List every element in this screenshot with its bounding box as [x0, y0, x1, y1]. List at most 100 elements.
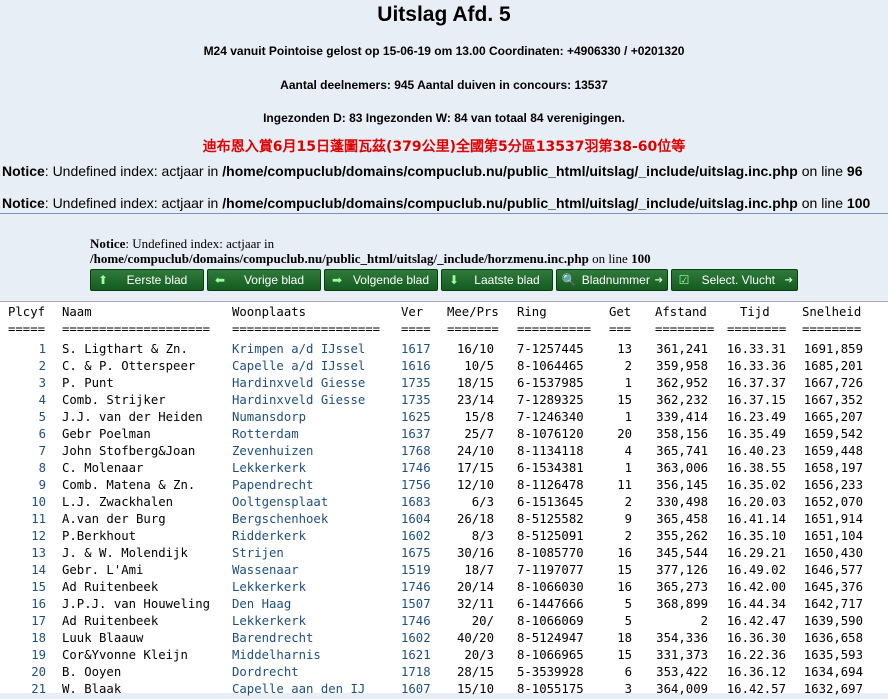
cell-woonplaats: Zevenhuizen: [232, 444, 314, 458]
right-arrow-icon: ➡: [331, 273, 343, 287]
table-row: 12 P.Berkhout Ridderkerk 1602 8/3 8-5125091 2 3…: [0, 529, 888, 546]
cell-snelheid: 1650,430: [803, 546, 863, 560]
cell-ver: 1746: [401, 614, 431, 628]
cell-woonplaats: Barendrecht: [232, 631, 314, 645]
cell-mee-prs: 26/18: [456, 512, 494, 526]
cell-ver: 1519: [401, 563, 431, 577]
cell-naam: Cor&Yvonne Kleijn: [62, 648, 188, 662]
submissions-info: Ingezonden D: 83 Ingezonden W: 84 van to…: [263, 111, 625, 125]
cell-ver: 1756: [401, 478, 431, 492]
table-row: 7 John Stofberg&Joan Zevenhuizen 1768 24/10 8…: [0, 444, 888, 461]
cell-mee-prs: 10/5: [464, 359, 494, 373]
cell-get: 16: [617, 546, 632, 560]
cell-ring: 8-1066069: [517, 614, 584, 628]
cell-woonplaats: Den Haag: [232, 597, 292, 611]
next-page-button[interactable]: ➡ Volgende blad: [324, 269, 438, 291]
cell-afstand: 362,952: [656, 376, 708, 390]
cell-woonplaats: Lekkerkerk: [232, 580, 307, 594]
table-header: Plcyf Naam Woonplaats Ver Mee/Prs Ring G…: [0, 305, 888, 322]
cell-tijd: 16.42.47: [726, 614, 786, 628]
col-plcyf: Plcyf: [8, 305, 46, 319]
cell-afstand: 365,741: [656, 444, 708, 458]
cell-tijd: 16.44.34: [726, 597, 786, 611]
cell-woonplaats: Numansdorp: [232, 410, 307, 424]
col-mee-prs: Mee/Prs: [447, 305, 499, 319]
col-naam: Naam: [62, 305, 92, 319]
cell-tijd: 16.33.36: [726, 359, 786, 373]
php-notice-2: Notice: Undefined index: actjaar in /hom…: [2, 195, 871, 211]
cell-snelheid: 1642,717: [803, 597, 863, 611]
cell-plcyf: 4: [38, 393, 46, 407]
cell-ring: 7-1197077: [517, 563, 584, 577]
cell-get: 20: [617, 427, 632, 441]
cell-mee-prs: 25/7: [464, 427, 494, 441]
cell-get: 1: [624, 410, 632, 424]
down-arrow-icon: ⬇: [448, 273, 460, 287]
cell-ring: 8-5125091: [517, 529, 584, 543]
cell-snelheid: 1691,859: [803, 342, 863, 356]
cell-tijd: 16.36.12: [726, 665, 786, 679]
cell-snelheid: 1635,593: [803, 648, 863, 662]
col-ver: Ver: [401, 305, 424, 319]
results-table: Plcyf Naam Woonplaats Ver Mee/Prs Ring G…: [0, 301, 888, 696]
cell-snelheid: 1651,104: [803, 529, 863, 543]
cell-naam: W. Blaak: [62, 682, 122, 696]
cell-mee-prs: 30/16: [456, 546, 494, 560]
cell-afstand: 353,422: [656, 665, 708, 679]
cell-naam: S. Ligthart & Zn.: [62, 342, 188, 356]
cell-plcyf: 18: [31, 631, 46, 645]
cell-woonplaats: Capelle aan den IJ: [232, 682, 366, 696]
cell-ring: 8-1126478: [517, 478, 584, 492]
cell-plcyf: 21: [31, 682, 46, 696]
cell-snelheid: 1639,590: [803, 614, 863, 628]
previous-page-button[interactable]: ⬅ Vorige blad: [207, 269, 321, 291]
cell-ring: 8-1064465: [517, 359, 584, 373]
up-arrow-icon: ⬆: [97, 273, 109, 287]
table-row: 10 L.J. Zwackhalen Ooltgensplaat 1683 6/3 6-1…: [0, 495, 888, 512]
table-row: 21 W. Blaak Capelle aan den IJ 1607 15/10 8-1…: [0, 682, 888, 699]
cell-plcyf: 10: [31, 495, 46, 509]
cell-ring: 7-1289325: [517, 393, 584, 407]
last-page-button[interactable]: ⬇ Laatste blad: [441, 269, 553, 291]
col-afstand: Afstand: [655, 305, 707, 319]
cell-tijd: 16.33.31: [726, 342, 786, 356]
cell-get: 9: [624, 512, 632, 526]
table-row: 18 Luuk Blaauw Barendrecht 1602 40/20 8-51249…: [0, 631, 888, 648]
page-title: Uitslag Afd. 5: [377, 3, 511, 26]
cell-naam: Ad Ruitenbeek: [62, 580, 159, 594]
cell-woonplaats: Hardinxveld Giesse: [232, 393, 366, 407]
cell-woonplaats: Rotterdam: [232, 427, 299, 441]
page-number-button[interactable]: 🔍 Bladnummer ➔: [556, 269, 668, 291]
cell-naam: B. Ooyen: [62, 665, 122, 679]
cell-plcyf: 8: [38, 461, 46, 475]
cell-ring: 6-1447666: [517, 597, 584, 611]
cell-get: 3: [624, 682, 632, 696]
cell-snelheid: 1658,197: [803, 461, 863, 475]
table-row: 11 A.van der Burg Bergschenhoek 1604 26/18 8-…: [0, 512, 888, 529]
first-page-button[interactable]: ⬆ Eerste blad: [90, 269, 204, 291]
table-row: 4 Comb. Strijker Hardinxveld Giesse 1735 23/…: [0, 393, 888, 410]
cell-naam: P. Punt: [62, 376, 114, 390]
cell-ver: 1625: [401, 410, 431, 424]
cell-snelheid: 1665,207: [803, 410, 863, 424]
cell-afstand: 368,899: [656, 597, 708, 611]
cell-ring: 8-1055175: [517, 682, 584, 696]
cell-snelheid: 1656,233: [803, 478, 863, 492]
cell-ver: 1735: [401, 376, 431, 390]
select-flight-button[interactable]: ☑ Select. Vlucht ➔: [671, 269, 798, 291]
cell-mee-prs: 40/20: [456, 631, 494, 645]
cell-plcyf: 15: [31, 580, 46, 594]
cell-get: 16: [617, 580, 632, 594]
cell-mee-prs: 24/10: [456, 444, 494, 458]
cell-naam: C. Molenaar: [62, 461, 144, 475]
cell-ver: 1637: [401, 427, 431, 441]
cell-ring: 8-1066030: [517, 580, 584, 594]
cell-afstand: 377,126: [656, 563, 708, 577]
cell-snelheid: 1651,914: [803, 512, 863, 526]
cell-naam: Luuk Blaauw: [62, 631, 144, 645]
cell-mee-prs: 8/3: [471, 529, 494, 543]
col-tijd: Tijd: [740, 305, 770, 319]
cell-get: 18: [617, 631, 632, 645]
cell-woonplaats: Bergschenhoek: [232, 512, 329, 526]
table-row: 2 C. & P. Otterspeer Capelle a/d IJssel 161…: [0, 359, 888, 376]
